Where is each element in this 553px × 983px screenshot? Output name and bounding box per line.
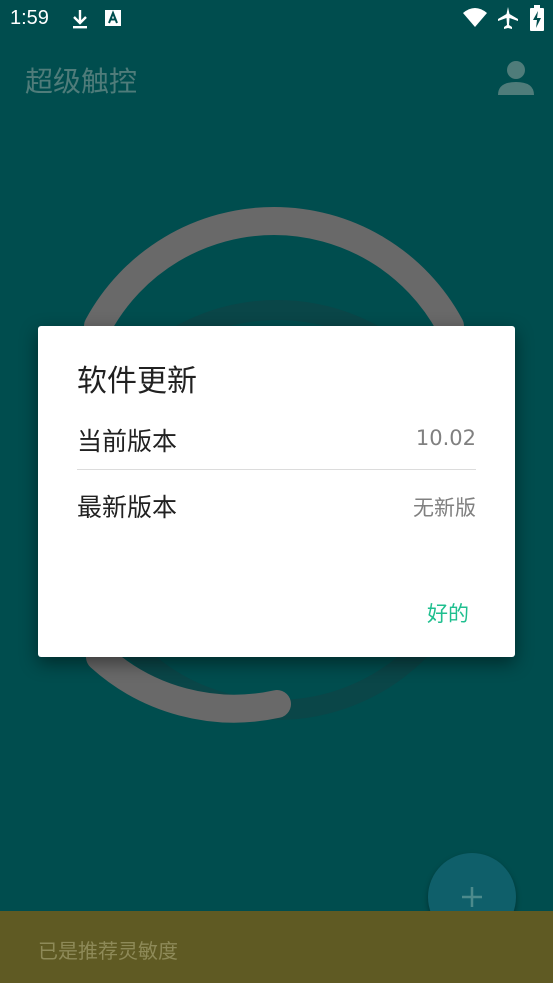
app-title: 超级触控: [25, 65, 138, 98]
download-icon: [73, 10, 87, 29]
divider: [77, 469, 476, 470]
ok-button[interactable]: 好的: [427, 598, 469, 628]
account-icon[interactable]: [497, 58, 535, 96]
status-bar: 1:59: [0, 0, 553, 38]
snackbar: 已是推荐灵敏度: [0, 911, 553, 983]
status-time: 1:59: [10, 7, 49, 29]
wifi-icon: [463, 8, 487, 27]
latest-version-value: 无新版: [413, 496, 476, 520]
a-notification-icon: [105, 10, 121, 26]
update-dialog: 软件更新 当前版本 10.02 最新版本 无新版 好的: [38, 326, 515, 657]
airplane-icon: [498, 7, 518, 29]
screen: 1:59 超级触控 已是推荐灵敏度 软件更新 当前版本 10.02 最新版本 无…: [0, 0, 553, 983]
dialog-title: 软件更新: [77, 364, 197, 399]
current-version-label: 当前版本: [77, 427, 178, 456]
snackbar-text: 已是推荐灵敏度: [38, 939, 178, 963]
current-version-value: 10.02: [415, 426, 476, 450]
battery-charging-icon: [530, 5, 544, 31]
latest-version-label: 最新版本: [77, 493, 178, 522]
